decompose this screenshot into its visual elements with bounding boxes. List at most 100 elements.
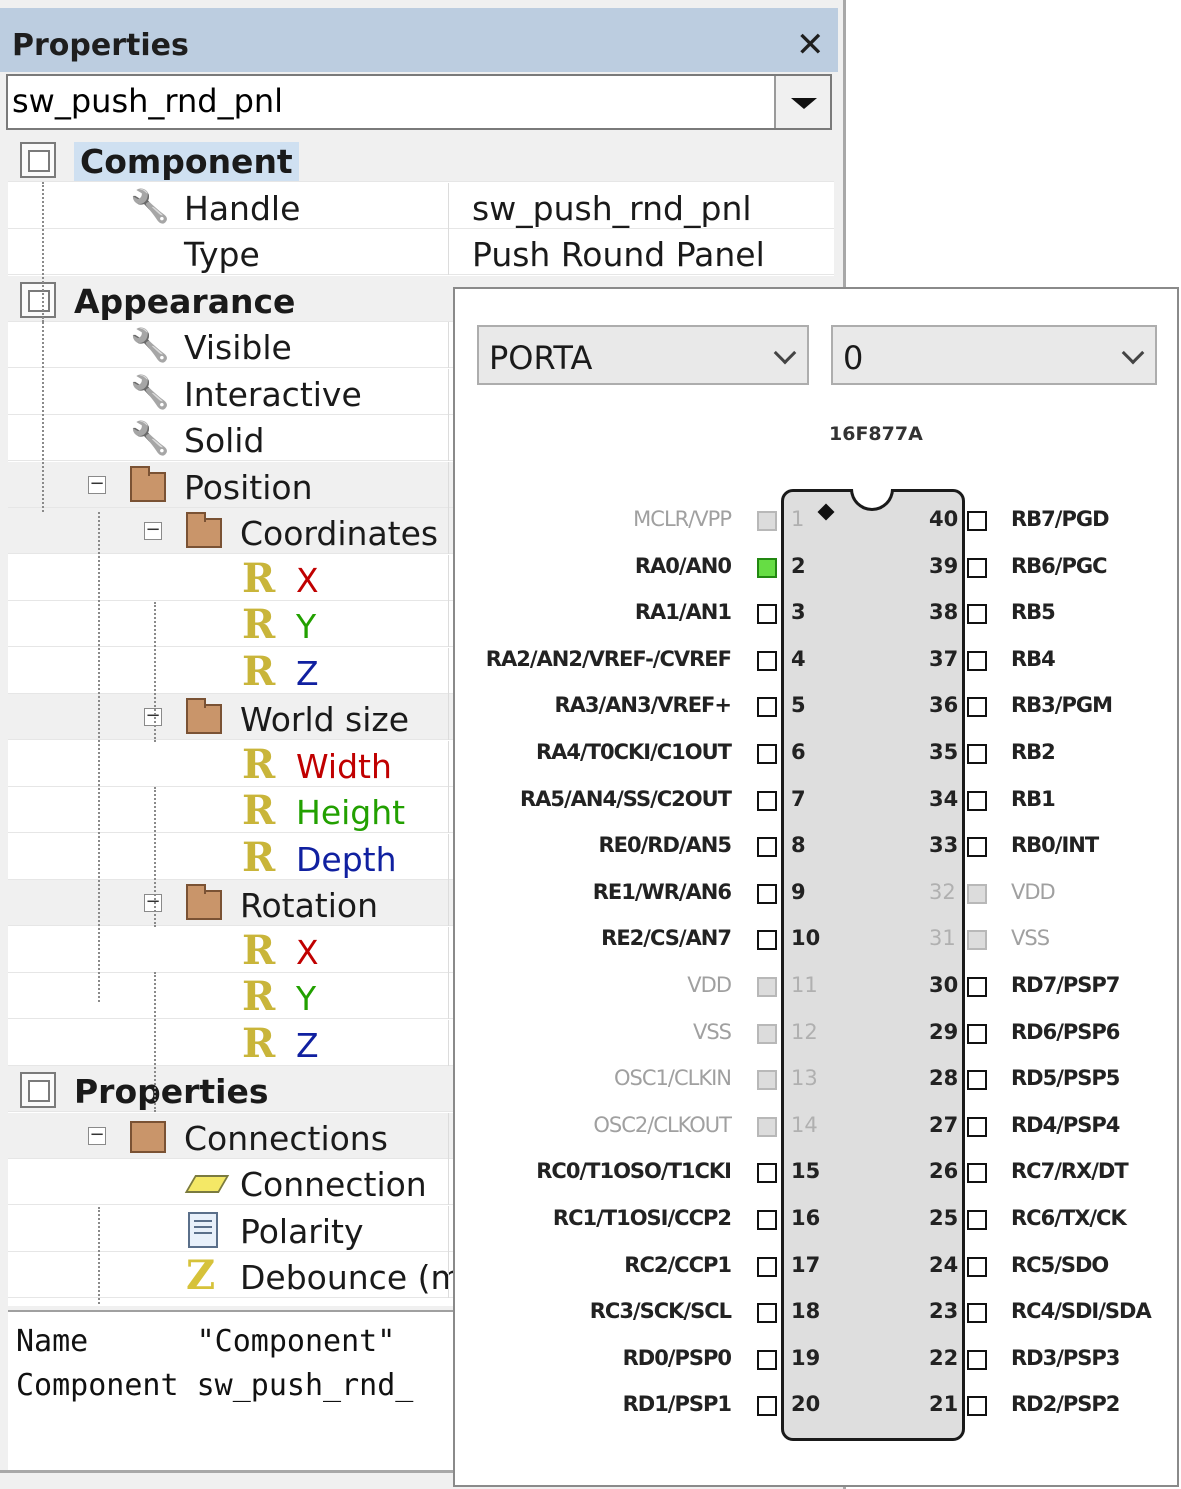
- pin-label: RA1/AN1: [634, 600, 732, 625]
- real-number-icon: R: [242, 647, 276, 695]
- pin-label: RB2: [1011, 740, 1056, 764]
- chevron-down-icon: [1121, 341, 1145, 365]
- collapse-toggle-icon[interactable]: −: [144, 707, 162, 726]
- description-line: Component sw_push_rnd_: [16, 1368, 414, 1403]
- pin-toggle[interactable]: [967, 1163, 987, 1184]
- tree-line: [154, 972, 156, 1112]
- pin-toggle[interactable]: [757, 790, 777, 811]
- pin-toggle[interactable]: [757, 1303, 777, 1324]
- pin-number: 31: [929, 926, 956, 951]
- pin-number: 40: [929, 507, 959, 531]
- column-divider: [448, 1252, 449, 1298]
- pin-toggle[interactable]: [757, 930, 777, 951]
- pin-label: RA0/AN0: [634, 553, 732, 578]
- category-row[interactable]: Component: [8, 136, 834, 182]
- pin-toggle[interactable]: [967, 604, 987, 625]
- pin-toggle[interactable]: [757, 837, 777, 858]
- pin-label: RC0/T1OSO/T1CKI: [536, 1159, 732, 1184]
- pin-toggle[interactable]: [967, 744, 987, 764]
- pin-toggle[interactable]: [967, 1303, 987, 1324]
- pin-label: RC6/TX/CK: [1011, 1206, 1127, 1230]
- tree-line: [98, 1207, 100, 1306]
- pin-toggle[interactable]: [757, 557, 777, 578]
- pin-number: 35: [929, 740, 959, 764]
- property-name: Appearance: [74, 281, 296, 321]
- pin-number: 37: [929, 646, 959, 671]
- property-row[interactable]: Type Push Round Panel: [8, 229, 834, 275]
- tree-line: [154, 787, 156, 927]
- property-name: Position: [184, 467, 313, 507]
- wrench-icon: 🔧: [130, 186, 170, 225]
- pin-label: RD6/PSP6: [1011, 1019, 1120, 1044]
- pin-number: 8: [791, 833, 806, 858]
- column-divider: [448, 554, 449, 601]
- port-select[interactable]: PORTA: [477, 325, 809, 385]
- property-name: Z: [296, 1025, 319, 1065]
- pin-toggle[interactable]: [757, 650, 777, 671]
- pin-label: RE0/RD/AN5: [598, 833, 732, 858]
- pin-number: 30: [929, 973, 959, 997]
- pin-toggle[interactable]: [967, 1116, 987, 1137]
- pin-toggle[interactable]: [757, 1256, 777, 1277]
- column-divider: [448, 1159, 449, 1205]
- pin-label: RB4: [1011, 646, 1056, 671]
- pin-label: RC2/CCP1: [624, 1252, 732, 1277]
- pin-number: 9: [791, 879, 806, 904]
- pin-toggle[interactable]: [967, 1023, 987, 1044]
- pin-toggle[interactable]: [967, 511, 987, 531]
- collapse-toggle-icon[interactable]: −: [88, 474, 106, 494]
- pin-toggle[interactable]: [967, 837, 987, 858]
- property-value[interactable]: Push Round Panel: [472, 235, 765, 274]
- pin-label: RC4/SDI/SDA: [1011, 1299, 1152, 1324]
- pin-number: 11: [791, 973, 818, 997]
- pin-label: RE1/WR/AN6: [592, 879, 732, 904]
- pin-toggle[interactable]: [967, 977, 987, 997]
- pin-toggle[interactable]: [967, 1349, 987, 1370]
- pin1-marker: [817, 503, 835, 521]
- pin-toggle[interactable]: [967, 697, 987, 718]
- collapse-toggle-icon[interactable]: −: [88, 1125, 106, 1145]
- pin-toggle[interactable]: [757, 744, 777, 764]
- collapse-toggle-icon[interactable]: −: [144, 521, 162, 540]
- pin-toggle[interactable]: [757, 883, 777, 904]
- pin-number: 27: [929, 1112, 959, 1137]
- pin-toggle[interactable]: [967, 650, 987, 671]
- column-divider: [448, 647, 449, 694]
- category-icon: [20, 142, 56, 178]
- pin-toggle[interactable]: [757, 1210, 777, 1230]
- real-number-icon: R: [242, 973, 276, 1020]
- property-value[interactable]: sw_push_rnd_pnl: [472, 189, 752, 228]
- pin-label: RD1/PSP1: [622, 1392, 732, 1417]
- pin-toggle[interactable]: [967, 1210, 987, 1230]
- category-icon: [20, 281, 56, 318]
- pin-label: RC7/RX/DT: [1011, 1159, 1129, 1184]
- pin-label: MCLR/VPP: [633, 507, 732, 531]
- pin-toggle[interactable]: [757, 1396, 777, 1417]
- pin-toggle: [757, 1116, 777, 1137]
- pin-toggle[interactable]: [757, 1349, 777, 1370]
- pin-toggle: [757, 511, 777, 531]
- folder-icon: [130, 465, 166, 502]
- chevron-down-icon[interactable]: [774, 76, 830, 128]
- connections-icon: [130, 1120, 166, 1153]
- property-name: Handle: [184, 188, 301, 228]
- bit-select[interactable]: 0: [831, 325, 1157, 385]
- pin-toggle[interactable]: [757, 604, 777, 625]
- pin-toggle[interactable]: [757, 697, 777, 718]
- pin-toggle[interactable]: [967, 1070, 987, 1091]
- property-name: Width: [296, 746, 392, 786]
- close-icon[interactable]: ✕: [796, 28, 825, 62]
- pin-label: RD0/PSP0: [622, 1345, 732, 1370]
- pin-toggle[interactable]: [757, 1163, 777, 1184]
- pin-number: 1: [791, 507, 805, 531]
- component-selector[interactable]: sw_push_rnd_pnl: [6, 74, 832, 130]
- tree-line: [42, 322, 44, 512]
- pin-toggle[interactable]: [967, 557, 987, 578]
- pin-toggle[interactable]: [967, 790, 987, 811]
- collapse-toggle-icon[interactable]: −: [144, 893, 162, 912]
- pin-number: 6: [791, 740, 806, 764]
- pin-label: RC3/SCK/SCL: [589, 1299, 732, 1324]
- property-row[interactable]: 🔧 Handle sw_push_rnd_pnl: [8, 182, 834, 229]
- pin-toggle[interactable]: [967, 1396, 987, 1417]
- pin-toggle[interactable]: [967, 1256, 987, 1277]
